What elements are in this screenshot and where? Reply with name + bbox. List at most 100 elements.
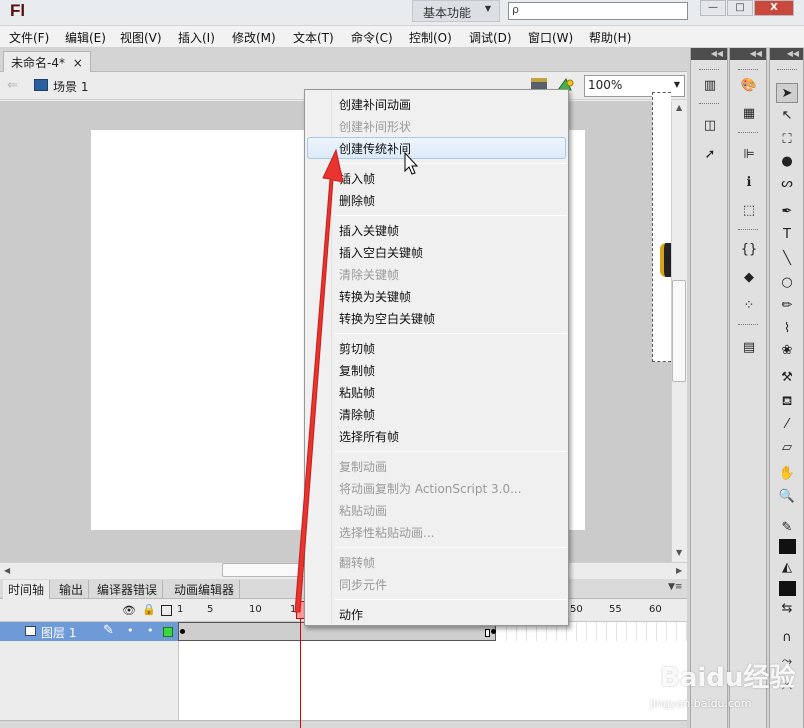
menu-command[interactable]: 命令(C) bbox=[351, 29, 393, 46]
pen-icon[interactable]: ✒ bbox=[776, 202, 798, 222]
panel-grip[interactable] bbox=[738, 132, 758, 135]
align-icon[interactable]: ⊫ bbox=[738, 145, 760, 165]
collapse-panel-icon[interactable]: ◀◀ bbox=[770, 48, 803, 60]
menu-edit[interactable]: 编辑(E) bbox=[65, 29, 106, 46]
paint-bucket-icon[interactable]: ⛾ bbox=[776, 392, 798, 412]
menu-item-create-classic-tween[interactable]: 创建传统补间 bbox=[339, 140, 411, 157]
deco-tool-icon[interactable]: ❀ bbox=[776, 341, 798, 361]
horizontal-scroll-thumb[interactable] bbox=[222, 563, 312, 577]
offstage-object[interactable] bbox=[652, 92, 671, 362]
components-panel-icon[interactable]: ◆ bbox=[738, 268, 760, 288]
help-search-input[interactable]: ρ bbox=[508, 2, 688, 20]
line-tool-icon[interactable]: ╲ bbox=[776, 249, 798, 269]
layer-outline-color[interactable] bbox=[163, 627, 173, 637]
stroke-color-swatch[interactable] bbox=[779, 539, 796, 554]
project-icon[interactable]: ▤ bbox=[738, 338, 760, 358]
fill-color-icon[interactable]: ◭ bbox=[776, 558, 798, 578]
menu-item-insert-keyframe[interactable]: 插入关键帧 bbox=[339, 222, 399, 239]
brush-tool-icon[interactable]: ⌇ bbox=[776, 319, 798, 339]
keyframe-dot[interactable] bbox=[180, 629, 185, 634]
snap-magnet-icon[interactable]: ∩ bbox=[776, 628, 798, 648]
pencil-tool-icon[interactable]: ✏ bbox=[776, 296, 798, 316]
menu-item-actions[interactable]: 动作 bbox=[339, 606, 363, 623]
eye-icon[interactable]: 👁 bbox=[122, 604, 136, 617]
menu-modify[interactable]: 修改(M) bbox=[232, 29, 276, 46]
scroll-left-icon[interactable]: ◀ bbox=[4, 566, 10, 575]
menu-window[interactable]: 窗口(W) bbox=[528, 29, 573, 46]
menu-text[interactable]: 文本(T) bbox=[293, 29, 334, 46]
panel-grip[interactable] bbox=[777, 69, 797, 72]
menu-insert[interactable]: 插入(I) bbox=[178, 29, 215, 46]
close-button[interactable]: X bbox=[754, 0, 794, 16]
visibility-dot[interactable]: • bbox=[127, 624, 134, 637]
subselection-tool-icon[interactable]: ↖ bbox=[776, 106, 798, 126]
outline-icon[interactable] bbox=[161, 605, 172, 616]
scroll-right-icon[interactable]: ▶ bbox=[676, 566, 682, 575]
selection-tool-icon[interactable]: ➤ bbox=[776, 83, 798, 103]
lock-icon[interactable]: 🔒 bbox=[142, 603, 156, 616]
free-transform-icon[interactable]: ⛶ bbox=[776, 130, 798, 150]
menu-item-create-motion-tween[interactable]: 创建补间动画 bbox=[339, 96, 411, 113]
collapse-panel-icon[interactable]: ◀◀ bbox=[691, 48, 727, 60]
menu-item-convert-to-keyframes[interactable]: 转换为关键帧 bbox=[339, 288, 411, 305]
document-tab[interactable]: 未命名-4* × bbox=[3, 51, 91, 72]
color-icon[interactable]: 🎨 bbox=[738, 76, 760, 96]
swatches-icon[interactable]: ▦ bbox=[738, 104, 760, 124]
scroll-down-icon[interactable]: ▼ bbox=[676, 548, 682, 557]
menu-debug[interactable]: 调试(D) bbox=[469, 29, 512, 46]
collapse-panel-icon[interactable]: ◀◀ bbox=[730, 48, 766, 60]
minimize-button[interactable]: — bbox=[700, 0, 726, 16]
menu-item-copy-frames[interactable]: 复制帧 bbox=[339, 362, 375, 379]
menu-file[interactable]: 文件(F) bbox=[9, 29, 49, 46]
menu-item-select-all-frames[interactable]: 选择所有帧 bbox=[339, 428, 399, 445]
workspace-switcher[interactable]: 基本功能 ▼ bbox=[412, 0, 500, 22]
eraser-icon[interactable]: ▱ bbox=[776, 438, 798, 458]
menu-item-paste-frames[interactable]: 粘贴帧 bbox=[339, 384, 375, 401]
info-icon[interactable]: ℹ bbox=[738, 173, 760, 193]
oval-tool-icon[interactable]: ○ bbox=[776, 273, 798, 293]
tab-motion-editor[interactable]: 动画编辑器 bbox=[169, 580, 241, 599]
tab-timeline[interactable]: 时间轴 bbox=[3, 580, 51, 599]
eyedropper-icon[interactable]: ⁄ bbox=[776, 415, 798, 435]
library-icon[interactable]: ▥ bbox=[699, 76, 721, 96]
menu-item-remove-frames[interactable]: 删除帧 bbox=[339, 192, 375, 209]
lock-dot[interactable]: • bbox=[147, 624, 154, 637]
panel-grip[interactable] bbox=[699, 69, 719, 72]
keyframe-dot[interactable] bbox=[491, 629, 496, 634]
text-tool-icon[interactable]: T bbox=[776, 225, 798, 245]
tab-output[interactable]: 输出 bbox=[54, 580, 90, 599]
bone-tool-icon[interactable]: ⚒ bbox=[776, 368, 798, 388]
lasso-icon[interactable]: ᔕ bbox=[776, 174, 798, 194]
menu-help[interactable]: 帮助(H) bbox=[589, 29, 631, 46]
panel-grip[interactable] bbox=[738, 69, 758, 72]
stroke-color-icon[interactable]: ✎ bbox=[776, 518, 798, 538]
tab-compiler-errors[interactable]: 编译器错误 bbox=[92, 580, 164, 599]
transform-icon[interactable]: ⬚ bbox=[738, 201, 760, 221]
panel-grip[interactable] bbox=[699, 103, 719, 106]
3d-rotation-icon[interactable]: ● bbox=[776, 152, 798, 172]
hand-tool-icon[interactable]: ✋ bbox=[776, 464, 798, 484]
panel-grip[interactable] bbox=[738, 229, 758, 232]
menu-item-insert-frame[interactable]: 插入帧 bbox=[339, 170, 375, 187]
panel-menu-icon[interactable]: ▼≡ bbox=[668, 582, 682, 592]
code-snippets-icon[interactable]: {} bbox=[738, 240, 760, 260]
menu-control[interactable]: 控制(O) bbox=[409, 29, 452, 46]
menu-item-convert-to-blank-keyframes[interactable]: 转换为空白关键帧 bbox=[339, 310, 435, 327]
menu-item-cut-frames[interactable]: 剪切帧 bbox=[339, 340, 375, 357]
scroll-up-icon[interactable]: ▲ bbox=[676, 103, 682, 112]
close-tab-icon[interactable]: × bbox=[73, 56, 83, 70]
vertical-scroll-thumb[interactable] bbox=[672, 280, 686, 382]
menu-item-insert-blank-keyframe[interactable]: 插入空白关键帧 bbox=[339, 244, 423, 261]
layer-name[interactable]: 图层 1 bbox=[41, 624, 76, 641]
maximize-button[interactable]: □ bbox=[727, 0, 753, 16]
menu-view[interactable]: 视图(V) bbox=[120, 29, 162, 46]
motion-presets-icon[interactable]: ➚ bbox=[699, 145, 721, 165]
swap-colors-icon[interactable]: ⇆ bbox=[776, 599, 798, 619]
fill-color-swatch[interactable] bbox=[779, 581, 796, 596]
menu-item-clear-frames[interactable]: 清除帧 bbox=[339, 406, 375, 423]
panel-grip[interactable] bbox=[738, 324, 758, 327]
spray-brush-icon[interactable]: ⁘ bbox=[738, 296, 760, 316]
back-arrow-icon[interactable]: ⇐ bbox=[7, 78, 18, 93]
zoom-tool-icon[interactable]: 🔍 bbox=[776, 487, 798, 507]
components-icon[interactable]: ◫ bbox=[699, 116, 721, 136]
